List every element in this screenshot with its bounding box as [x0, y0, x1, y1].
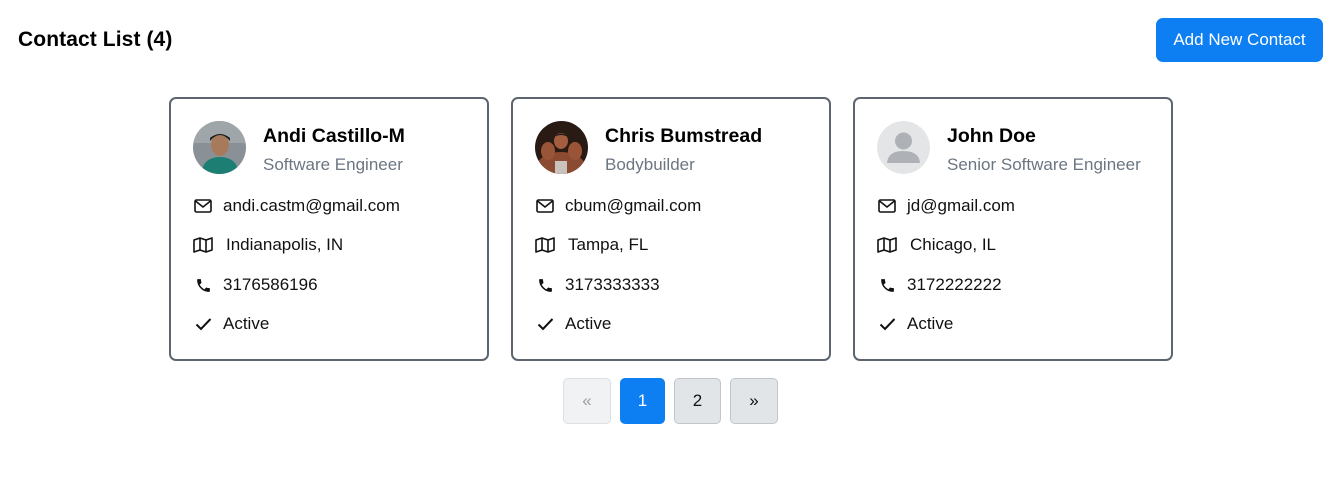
contact-email: jd@gmail.com: [907, 196, 1015, 215]
contact-name: Chris Bumstread: [605, 125, 763, 147]
envelope-icon: [193, 196, 213, 216]
pagination-page-1[interactable]: 1: [620, 378, 665, 424]
avatar: [535, 121, 588, 174]
contact-city: Chicago, IL: [910, 235, 996, 254]
check-icon: [877, 314, 897, 334]
contact-name: John Doe: [947, 125, 1036, 147]
map-icon: [193, 235, 213, 255]
pagination: « 1 2 »: [563, 378, 778, 424]
phone-icon: [877, 275, 897, 295]
contact-status-row: Active: [535, 312, 611, 336]
contact-email-row: jd@gmail.com: [877, 194, 1015, 218]
envelope-icon: [535, 196, 555, 216]
contact-card: Andi Castillo-M Software Engineer andi.c…: [169, 97, 489, 361]
envelope-icon: [877, 196, 897, 216]
contact-card: Chris Bumstread Bodybuilder cbum@gmail.c…: [511, 97, 831, 361]
check-icon: [535, 314, 555, 334]
header: Contact List (4) Add New Contact: [0, 0, 1339, 82]
pagination-prev-button[interactable]: «: [563, 378, 611, 424]
pagination-page-2[interactable]: 2: [674, 378, 721, 424]
contact-status-row: Active: [877, 312, 953, 336]
avatar-placeholder: [877, 121, 930, 174]
contact-status: Active: [907, 314, 954, 333]
contact-phone: 3172222222: [907, 275, 1002, 294]
contact-phone-row: 3172222222: [877, 273, 1002, 297]
check-icon: [193, 314, 213, 334]
contact-email-row: andi.castm@gmail.com: [193, 194, 400, 218]
pagination-next-button[interactable]: »: [730, 378, 778, 424]
contact-name: Andi Castillo-M: [263, 125, 405, 147]
map-icon: [535, 235, 555, 255]
avatar: [193, 121, 246, 174]
contact-phone: 3173333333: [565, 275, 660, 294]
contact-status-row: Active: [193, 312, 269, 336]
contact-city: Indianapolis, IN: [226, 235, 344, 254]
map-icon: [877, 235, 897, 255]
contact-phone-row: 3176586196: [193, 273, 318, 297]
contact-role: Senior Software Engineer: [947, 155, 1141, 174]
contact-role: Bodybuilder: [605, 155, 695, 174]
contact-card: John Doe Senior Software Engineer jd@gma…: [853, 97, 1173, 361]
contact-city: Tampa, FL: [568, 235, 649, 254]
phone-icon: [535, 275, 555, 295]
phone-icon: [193, 275, 213, 295]
contact-email: andi.castm@gmail.com: [223, 196, 400, 215]
add-new-contact-button[interactable]: Add New Contact: [1156, 18, 1323, 62]
contact-email-row: cbum@gmail.com: [535, 194, 701, 218]
contact-cards: Andi Castillo-M Software Engineer andi.c…: [169, 97, 1173, 361]
contact-city-row: Indianapolis, IN: [193, 233, 343, 257]
contact-status: Active: [223, 314, 270, 333]
contact-phone: 3176586196: [223, 275, 318, 294]
contact-status: Active: [565, 314, 612, 333]
page-title: Contact List (4): [18, 28, 173, 51]
contact-city-row: Tampa, FL: [535, 233, 648, 257]
contact-city-row: Chicago, IL: [877, 233, 996, 257]
contact-email: cbum@gmail.com: [565, 196, 702, 215]
contact-phone-row: 3173333333: [535, 273, 660, 297]
contact-role: Software Engineer: [263, 155, 403, 174]
